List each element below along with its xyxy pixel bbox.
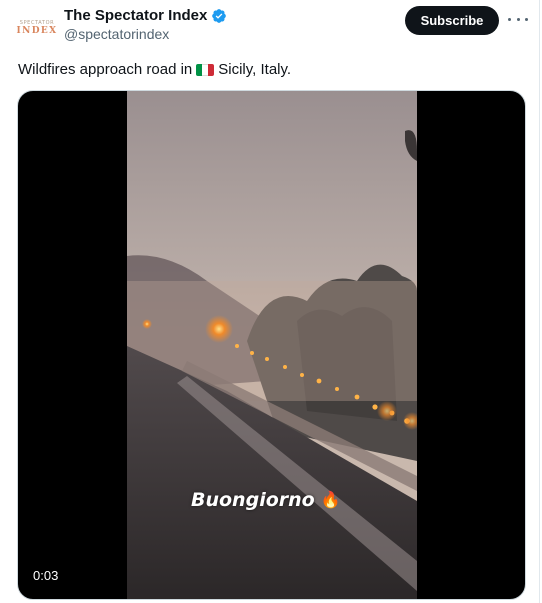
author-row: The Spectator Index bbox=[64, 7, 227, 24]
avatar[interactable]: SPECTATOR INDEX bbox=[16, 13, 58, 43]
video-caption-text: Buongiorno bbox=[191, 489, 315, 511]
wildfire-scene-image bbox=[127, 91, 417, 599]
author-name[interactable]: The Spectator Index bbox=[64, 7, 207, 24]
video-frame[interactable]: Buongiorno 🔥 bbox=[127, 91, 417, 599]
tweet-text: Wildfires approach road in Sicily, Italy… bbox=[18, 60, 291, 80]
verified-badge-icon[interactable] bbox=[211, 8, 227, 24]
italy-flag-icon bbox=[196, 64, 215, 76]
tweet-text-part1: Wildfires approach road in bbox=[18, 61, 193, 78]
video-caption-overlay: Buongiorno 🔥 bbox=[191, 489, 341, 511]
more-options-icon[interactable] bbox=[508, 11, 528, 27]
tweet-text-part2: Sicily, Italy. bbox=[218, 61, 292, 78]
video-player[interactable]: Buongiorno 🔥 0:03 bbox=[17, 90, 526, 600]
avatar-text-bottom: INDEX bbox=[16, 26, 58, 36]
fire-emoji-icon: 🔥 bbox=[320, 492, 341, 509]
subscribe-button[interactable]: Subscribe bbox=[405, 6, 499, 35]
tweet-card: SPECTATOR INDEX The Spectator Index @spe… bbox=[0, 0, 540, 603]
video-duration-badge: 0:03 bbox=[26, 566, 66, 585]
author-handle[interactable]: @spectatorindex bbox=[64, 26, 169, 42]
